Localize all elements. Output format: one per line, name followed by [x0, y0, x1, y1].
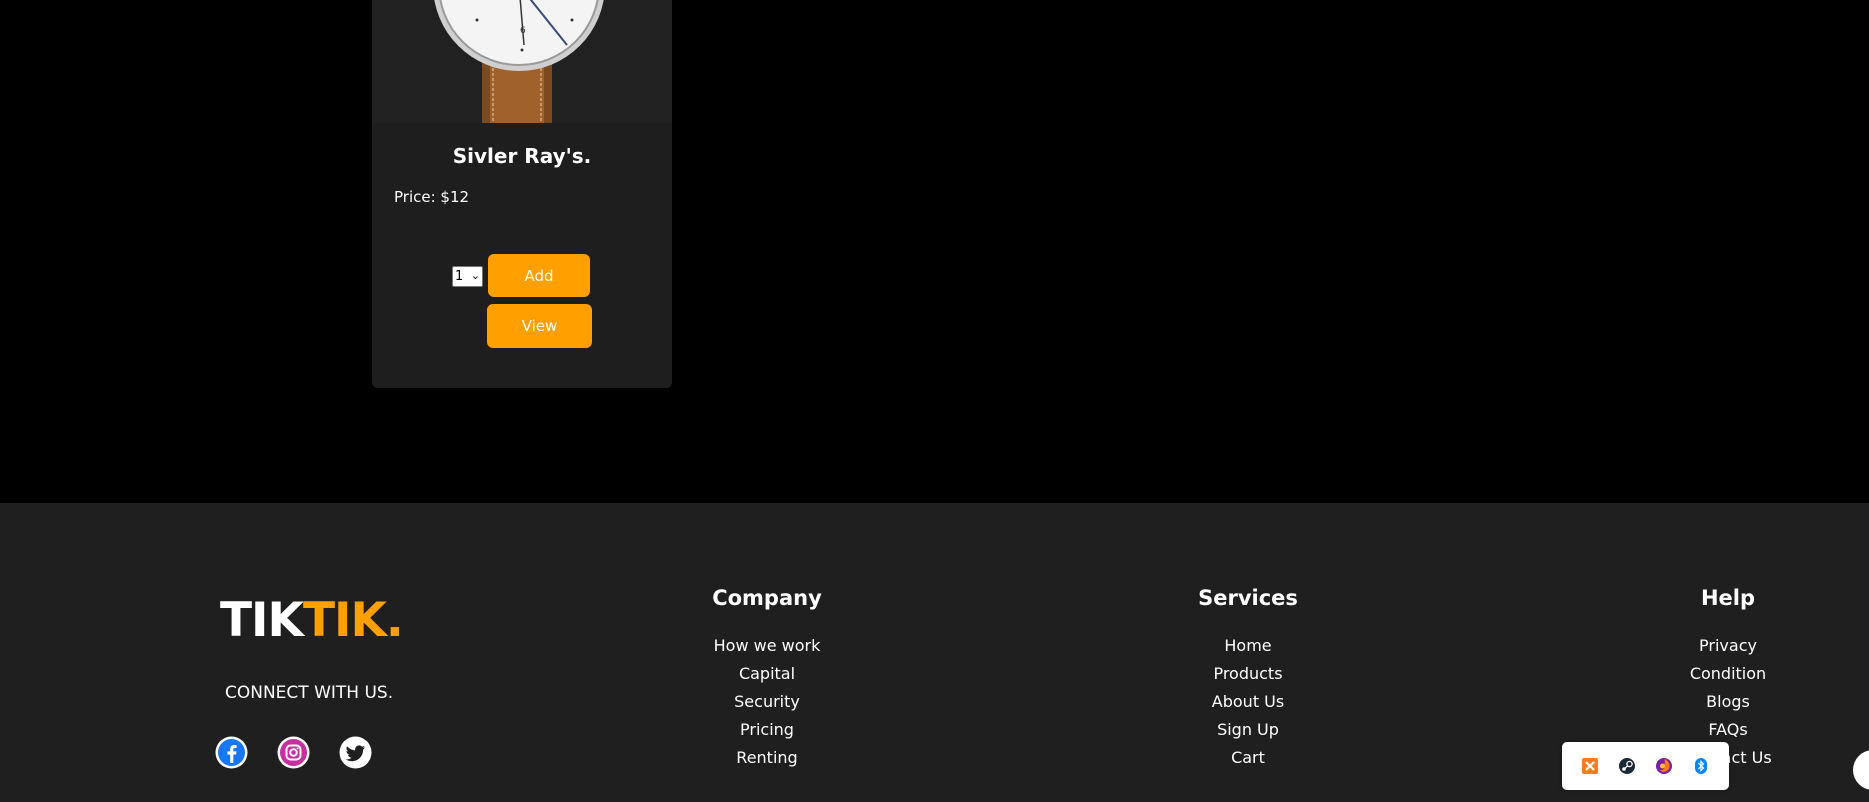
footer-link-sign-up[interactable]: Sign Up [1185, 719, 1311, 747]
footer-link-cart[interactable]: Cart [1185, 747, 1311, 775]
add-to-cart-button[interactable]: Add [488, 254, 590, 297]
footer-link-renting[interactable]: Renting [700, 747, 834, 775]
product-card: 6 Sivler Ray's. Price: $12 1 ⌄ Add View [372, 0, 672, 388]
product-price: Price: $12 [394, 188, 470, 206]
view-product-button[interactable]: View [487, 304, 592, 348]
footer-link-about-us[interactable]: About Us [1185, 691, 1311, 719]
footer-link-home[interactable]: Home [1185, 635, 1311, 663]
wristwatch-image: 6 [372, 0, 672, 123]
footer-link-how-we-work[interactable]: How we work [700, 635, 834, 663]
product-image[interactable]: 6 [372, 0, 672, 123]
footer-link-security[interactable]: Security [700, 691, 834, 719]
column-heading: Services [1198, 586, 1298, 610]
column-heading: Help [1700, 586, 1756, 610]
logo-part-orange: TIK. [302, 593, 404, 648]
footer-link-blogs[interactable]: Blogs [1663, 691, 1793, 719]
quantity-value: 1 [455, 269, 464, 284]
svg-text:6: 6 [520, 26, 526, 36]
bluetooth-icon[interactable] [1692, 757, 1710, 775]
footer-logo[interactable]: TIKTIK. [220, 593, 404, 648]
footer-link-privacy[interactable]: Privacy [1663, 635, 1793, 663]
column-heading: Company [712, 586, 822, 610]
footer-link-condition[interactable]: Condition [1663, 663, 1793, 691]
steam-icon[interactable] [1618, 757, 1636, 775]
footer-link-products[interactable]: Products [1185, 663, 1311, 691]
footer-column-services: Services Home Products About Us Sign Up … [1185, 586, 1311, 775]
footer-link-capital[interactable]: Capital [700, 663, 834, 691]
quantity-select[interactable]: 1 ⌄ [452, 266, 483, 287]
instagram-icon [277, 736, 310, 769]
footer-link-pricing[interactable]: Pricing [700, 719, 834, 747]
instagram-link[interactable] [277, 736, 310, 769]
facebook-link[interactable] [215, 736, 248, 769]
system-tray-popup [1562, 742, 1729, 790]
chevron-down-icon: ⌄ [470, 269, 480, 282]
twitter-icon [339, 736, 372, 769]
connect-text: CONNECT WITH US. [225, 683, 394, 703]
xampp-icon[interactable] [1581, 757, 1599, 775]
product-title: Sivler Ray's. [452, 144, 592, 168]
logo-part-white: TIK [220, 593, 304, 648]
facebook-icon [215, 736, 248, 769]
footer-column-company: Company How we work Capital Security Pri… [700, 586, 834, 775]
twitter-link[interactable] [339, 736, 372, 769]
firefox-icon[interactable] [1655, 757, 1673, 775]
